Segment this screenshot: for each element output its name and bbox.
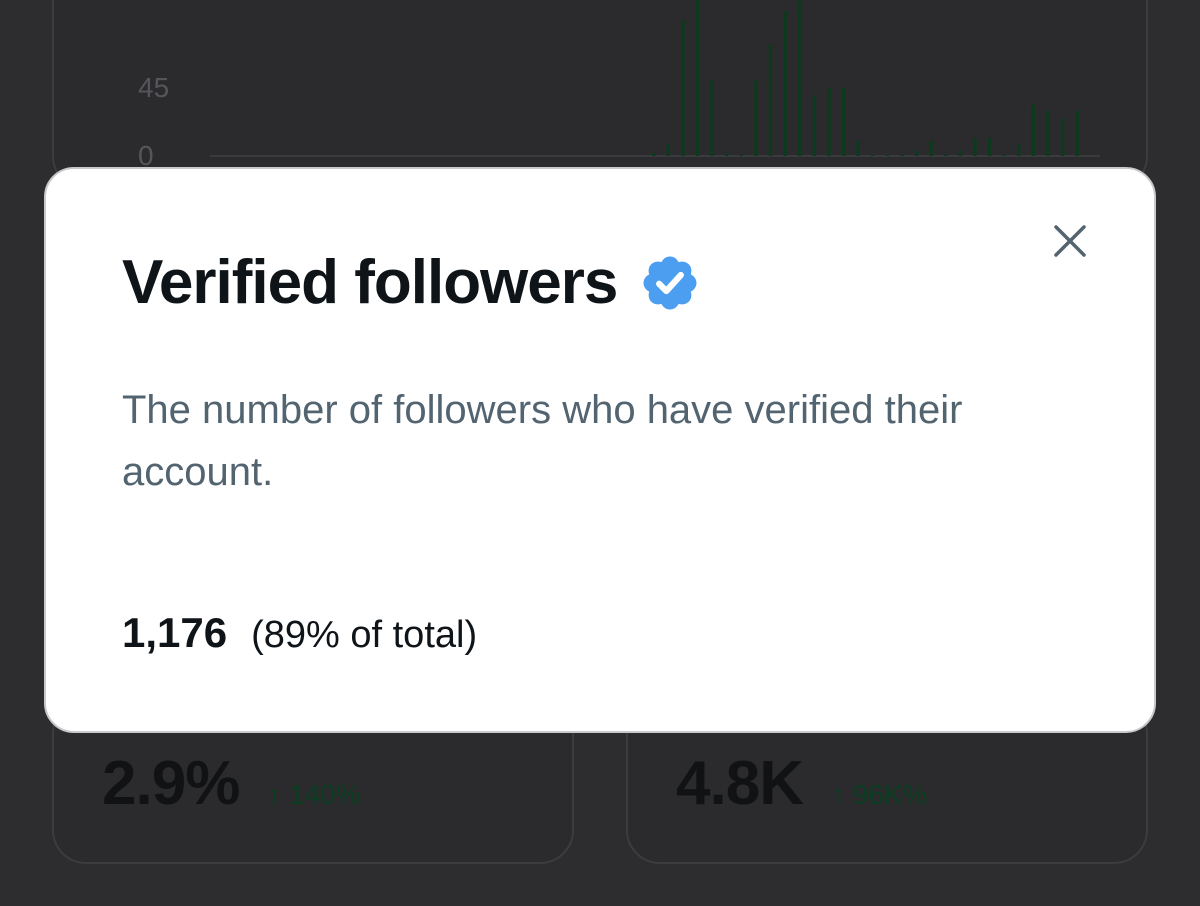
stat-change: ↑ 140%	[267, 779, 361, 810]
chart-bar	[768, 44, 773, 157]
engagement-rate-stat: 2.9% ↑ 140%	[102, 748, 361, 819]
verified-count-row: 1,176 (89% of total)	[122, 609, 477, 657]
chart-bar	[914, 150, 919, 156]
dialog-header: Verified followers	[122, 247, 701, 318]
chart-bar	[1002, 154, 1006, 156]
dialog-description: The number of followers who have verifie…	[122, 388, 963, 494]
arrow-up-icon: ↑	[830, 779, 845, 810]
chart-bar	[827, 88, 831, 156]
chart-bar	[987, 137, 992, 156]
close-icon	[1054, 225, 1086, 257]
arrow-up-icon: ↑	[267, 779, 282, 810]
chart-bar	[944, 154, 948, 156]
verified-followers-dialog: Verified followers The number of followe…	[44, 167, 1156, 733]
chart-bar	[681, 20, 685, 156]
chart-bar	[841, 88, 846, 156]
chart-bar	[695, 0, 700, 157]
chart-bar	[1060, 118, 1065, 156]
chart-bar	[754, 80, 758, 156]
chart-bar	[1075, 110, 1079, 156]
chart-bar	[973, 137, 977, 156]
close-button[interactable]	[1048, 219, 1092, 263]
chart-bar	[1031, 104, 1036, 156]
chart-bar	[739, 154, 744, 156]
chart-bar	[812, 95, 817, 156]
impressions-stat: 4.8K ↑ 96K%	[676, 748, 927, 819]
dialog-title: Verified followers	[122, 248, 618, 317]
chart-bar	[710, 80, 714, 156]
chart-bar	[929, 140, 933, 156]
stat-value: 4.8K	[676, 749, 804, 818]
chart-bar	[652, 153, 656, 156]
chart-bar	[783, 10, 787, 157]
stat-value: 2.9%	[102, 749, 240, 818]
chart-bar	[885, 154, 890, 156]
stat-change: ↑ 96K%	[830, 779, 928, 810]
verified-share: (89% of total)	[251, 614, 478, 656]
chart-bar	[798, 0, 802, 157]
chart-bar	[1017, 143, 1021, 156]
chart-bar	[666, 143, 671, 156]
verified-count: 1,176	[122, 609, 228, 656]
chart-bar	[1046, 110, 1050, 156]
chart-bar	[856, 140, 860, 156]
verified-badge-icon	[643, 256, 697, 309]
chart-bar	[900, 154, 904, 156]
chart-bar	[958, 150, 963, 156]
chart-bar	[725, 153, 729, 156]
chart-bar	[871, 154, 875, 156]
